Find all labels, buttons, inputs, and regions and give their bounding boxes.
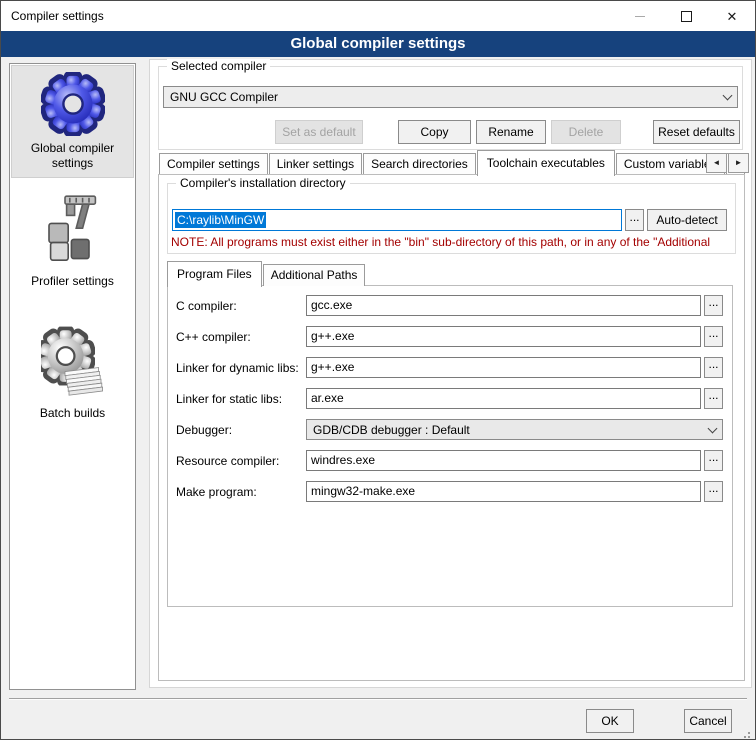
page-title: Global compiler settings <box>1 31 755 57</box>
group-label: Selected compiler <box>167 59 270 73</box>
tab-toolchain-executables[interactable]: Toolchain executables <box>477 150 615 176</box>
field-label: Linker for static libs: <box>176 392 306 406</box>
global-compiler-settings-panel: Selected compiler GNU GCC Compiler Set a… <box>149 59 752 688</box>
profiler-icon <box>14 193 131 272</box>
tab-scroll-right-button[interactable]: ► <box>728 153 749 173</box>
resource-compiler-input[interactable]: windres.exe <box>306 450 701 471</box>
debugger-dropdown[interactable]: GDB/CDB debugger : Default <box>306 419 723 440</box>
close-icon: ✕ <box>727 10 738 23</box>
selected-compiler-group: Selected compiler GNU GCC Compiler Set a… <box>158 66 743 150</box>
resource-compiler-row: Resource compiler: windres.exe ... <box>176 450 723 471</box>
debugger-row: Debugger: GDB/CDB debugger : Default <box>176 419 723 440</box>
toolchain-subtabbar: Program Files Additional Paths <box>167 260 366 286</box>
group-label: Compiler's installation directory <box>176 176 350 190</box>
field-label: Linker for dynamic libs: <box>176 361 306 375</box>
copy-button[interactable]: Copy <box>398 120 471 144</box>
subtab-additional-paths[interactable]: Additional Paths <box>263 264 366 286</box>
reset-defaults-button[interactable]: Reset defaults <box>653 120 740 144</box>
tab-compiler-settings[interactable]: Compiler settings <box>159 153 268 175</box>
browse-cpp-compiler-button[interactable]: ... <box>704 326 723 347</box>
browse-static-linker-button[interactable]: ... <box>704 388 723 409</box>
sidebar-item-global-compiler-settings[interactable]: Global compiler settings <box>12 66 133 177</box>
compiler-settings-dialog: Compiler settings ✕ Global compiler sett… <box>0 0 756 740</box>
cpp-compiler-row: C++ compiler: g++.exe ... <box>176 326 723 347</box>
field-label: C++ compiler: <box>176 330 306 344</box>
tab-scroll-buttons: ◄ ► <box>705 153 749 173</box>
browse-make-program-button[interactable]: ... <box>704 481 723 502</box>
resize-grip[interactable] <box>748 732 750 734</box>
dynamic-linker-input[interactable]: g++.exe <box>306 357 701 378</box>
chevron-down-icon <box>708 423 718 433</box>
cancel-button[interactable]: Cancel <box>684 709 732 733</box>
tab-scroll-left-button[interactable]: ◄ <box>706 153 727 173</box>
installation-directory-group: Compiler's installation directory C:\ray… <box>167 183 736 254</box>
field-label: Resource compiler: <box>176 454 306 468</box>
static-linker-row: Linker for static libs: ar.exe ... <box>176 388 723 409</box>
settings-category-list: Global compiler settings <box>9 63 136 690</box>
sidebar-item-label: Profiler settings <box>14 274 131 289</box>
dynamic-linker-row: Linker for dynamic libs: g++.exe ... <box>176 357 723 378</box>
note-text: NOTE: All programs must exist either in … <box>171 235 734 249</box>
maximize-button[interactable] <box>663 1 709 31</box>
browse-dynamic-linker-button[interactable]: ... <box>704 357 723 378</box>
delete-button[interactable]: Delete <box>551 120 621 144</box>
tab-linker-settings[interactable]: Linker settings <box>269 153 362 175</box>
make-program-input[interactable]: mingw32-make.exe <box>306 481 701 502</box>
auto-detect-button[interactable]: Auto-detect <box>647 209 727 231</box>
set-as-default-button[interactable]: Set as default <box>275 120 363 144</box>
installation-directory-input[interactable]: C:\raylib\MinGW <box>172 209 622 231</box>
rename-button[interactable]: Rename <box>476 120 546 144</box>
c-compiler-row: C compiler: gcc.exe ... <box>176 295 723 316</box>
selected-text: C:\raylib\MinGW <box>175 212 266 228</box>
browse-resource-compiler-button[interactable]: ... <box>704 450 723 471</box>
field-label: C compiler: <box>176 299 306 313</box>
static-linker-input[interactable]: ar.exe <box>306 388 701 409</box>
field-label: Debugger: <box>176 423 306 437</box>
program-files-page: C compiler: gcc.exe ... C++ compiler: g+… <box>167 285 733 607</box>
settings-tabbar: Compiler settings Linker settings Search… <box>159 150 746 175</box>
sidebar-item-label: Global compiler settings <box>14 141 131 171</box>
cpp-compiler-input[interactable]: g++.exe <box>306 326 701 347</box>
sidebar-item-batch-builds[interactable]: Batch builds <box>12 319 133 427</box>
close-button[interactable]: ✕ <box>709 1 755 31</box>
chevron-down-icon <box>723 91 733 101</box>
field-label: Make program: <box>176 485 306 499</box>
make-program-row: Make program: mingw32-make.exe ... <box>176 481 723 502</box>
ok-button[interactable]: OK <box>586 709 634 733</box>
browse-directory-button[interactable]: ... <box>625 209 644 231</box>
tab-search-directories[interactable]: Search directories <box>363 153 476 175</box>
subtab-program-files[interactable]: Program Files <box>167 261 262 287</box>
titlebar[interactable]: Compiler settings ✕ <box>1 1 755 31</box>
sidebar-item-label: Batch builds <box>14 406 131 421</box>
minimize-button[interactable] <box>617 1 663 31</box>
sidebar-item-profiler-settings[interactable]: Profiler settings <box>12 187 133 295</box>
debugger-value: GDB/CDB debugger : Default <box>313 423 470 437</box>
batch-builds-icon <box>14 325 131 404</box>
selected-compiler-dropdown[interactable]: GNU GCC Compiler <box>163 86 738 108</box>
toolchain-executables-page: Compiler's installation directory C:\ray… <box>158 174 745 681</box>
window-title: Compiler settings <box>11 9 104 23</box>
c-compiler-input[interactable]: gcc.exe <box>306 295 701 316</box>
blue-gear-icon <box>14 72 131 139</box>
maximize-icon <box>681 11 692 22</box>
browse-c-compiler-button[interactable]: ... <box>704 295 723 316</box>
caption-buttons: ✕ <box>617 1 755 31</box>
minimize-icon <box>635 16 645 17</box>
footer-divider <box>9 698 747 700</box>
installation-directory-row: C:\raylib\MinGW ... Auto-detect <box>172 209 727 231</box>
selected-compiler-value: GNU GCC Compiler <box>170 90 278 104</box>
